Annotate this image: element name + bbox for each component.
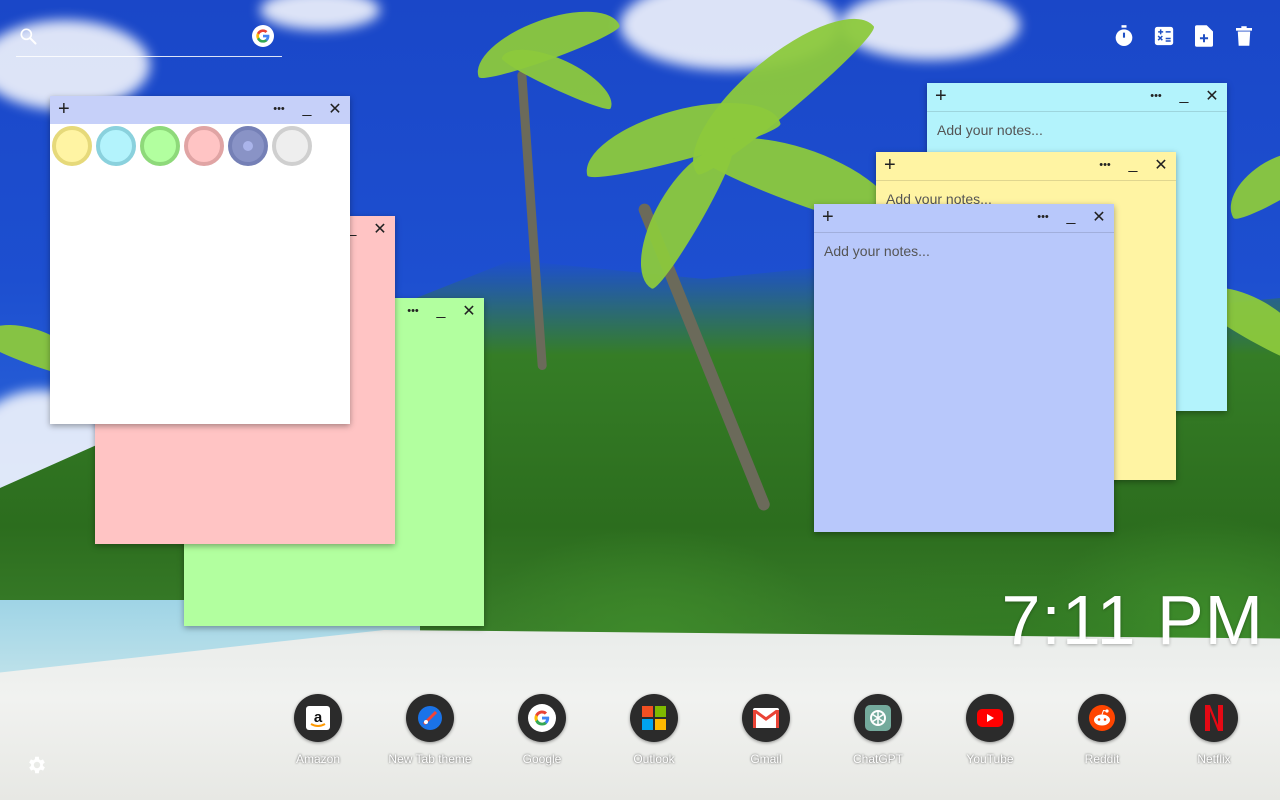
add-note-button[interactable]: + [935, 86, 947, 106]
amazon-icon: a [294, 694, 342, 742]
shortcut-youtube[interactable]: YouTube [934, 694, 1046, 766]
search-icon[interactable] [18, 26, 38, 46]
sticky-note-blue: + ••• _ ✕ [814, 204, 1114, 532]
svg-text:a: a [314, 709, 323, 726]
top-toolbar [1112, 24, 1256, 48]
color-swatch-green[interactable] [140, 126, 180, 166]
shortcut-outlook[interactable]: Outlook [598, 694, 710, 766]
note-menu-button[interactable]: ••• [404, 302, 422, 320]
note-menu-button[interactable]: ••• [1034, 208, 1052, 226]
timer-icon[interactable] [1112, 24, 1136, 48]
shortcut-label: New Tab theme [388, 752, 472, 766]
clock: 7:11 PM [1001, 581, 1264, 659]
color-swatch-pink[interactable] [184, 126, 224, 166]
shortcut-gmail[interactable]: Gmail [710, 694, 822, 766]
shortcut-label: Google [522, 752, 562, 766]
note-color-picker [52, 126, 312, 166]
selected-indicator [243, 141, 253, 151]
minimize-note-button[interactable]: _ [1175, 87, 1193, 105]
color-swatch-blue-selected[interactable] [228, 126, 268, 166]
sticky-note-white: + ••• _ ✕ [50, 96, 350, 424]
shortcut-new-tab-theme[interactable]: New Tab theme [374, 694, 486, 766]
note-menu-button[interactable]: ••• [270, 100, 288, 118]
shortcut-google[interactable]: Google [486, 694, 598, 766]
google-search-engine-icon[interactable] [252, 25, 274, 47]
new-tab-theme-icon [406, 694, 454, 742]
note-menu-button[interactable]: ••• [1096, 156, 1114, 174]
color-swatch-yellow[interactable] [52, 126, 92, 166]
shortcut-dock: a Amazon New Tab theme Google Outlook Gm… [262, 694, 1270, 766]
chatgpt-icon [854, 694, 902, 742]
minimize-note-button[interactable]: _ [1124, 156, 1142, 174]
new-note-icon[interactable] [1192, 24, 1216, 48]
add-note-button[interactable]: + [884, 155, 896, 175]
gmail-icon [742, 694, 790, 742]
close-note-button[interactable]: ✕ [1203, 87, 1221, 105]
shortcut-netflix[interactable]: Netflix [1158, 694, 1270, 766]
youtube-icon [966, 694, 1014, 742]
calculator-icon[interactable] [1152, 24, 1176, 48]
note-menu-button[interactable]: ••• [1147, 87, 1165, 105]
trash-icon[interactable] [1232, 24, 1256, 48]
reddit-icon [1078, 694, 1126, 742]
shortcut-label: Gmail [750, 752, 782, 766]
netflix-icon [1190, 694, 1238, 742]
add-note-button[interactable]: + [58, 99, 70, 119]
shortcut-label: Amazon [295, 752, 341, 766]
close-note-button[interactable]: ✕ [1090, 208, 1108, 226]
minimize-note-button[interactable]: _ [432, 302, 450, 320]
close-note-button[interactable]: ✕ [460, 302, 478, 320]
color-swatch-gray[interactable] [272, 126, 312, 166]
shortcut-label: YouTube [966, 752, 1014, 766]
note-text-input[interactable] [814, 233, 1114, 532]
outlook-icon [630, 694, 678, 742]
shortcut-chatgpt[interactable]: ChatGPT [822, 694, 934, 766]
color-swatch-cyan[interactable] [96, 126, 136, 166]
search-input[interactable] [44, 26, 248, 52]
shortcut-label: Outlook [633, 752, 675, 766]
minimize-note-button[interactable]: _ [298, 100, 316, 118]
settings-gear-icon[interactable] [26, 754, 48, 776]
shortcut-label: Netflix [1197, 752, 1231, 766]
minimize-note-button[interactable]: _ [1062, 208, 1080, 226]
shortcut-label: Reddit [1084, 752, 1120, 766]
shortcut-amazon[interactable]: a Amazon [262, 694, 374, 766]
search-bar [16, 22, 282, 57]
shortcut-label: ChatGPT [852, 752, 903, 766]
close-note-button[interactable]: ✕ [326, 100, 344, 118]
close-note-button[interactable]: ✕ [371, 220, 389, 238]
shortcut-reddit[interactable]: Reddit [1046, 694, 1158, 766]
google-icon [518, 694, 566, 742]
add-note-button[interactable]: + [822, 207, 834, 227]
close-note-button[interactable]: ✕ [1152, 156, 1170, 174]
